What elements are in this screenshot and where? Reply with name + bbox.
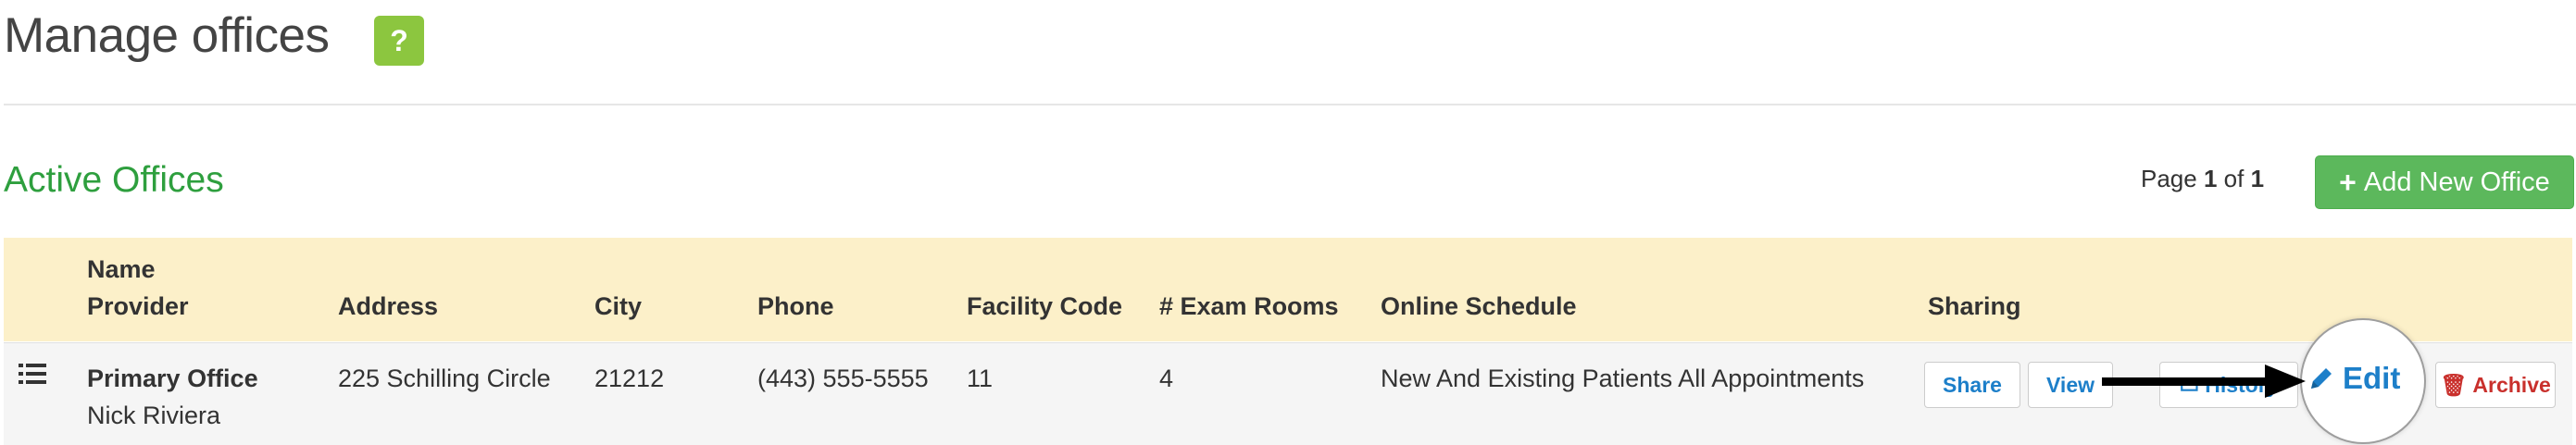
archive-button[interactable]: 🗑 Archive (2435, 362, 2556, 408)
edit-label: Edit (2343, 361, 2401, 395)
header-address: Address (338, 292, 439, 320)
office-phone: (443) 555-5555 (757, 365, 929, 392)
pager-total: 1 (2250, 165, 2265, 192)
archive-label: Archive (2472, 372, 2551, 397)
add-new-office-label: Add New Office (2363, 167, 2550, 197)
pencil-icon (2311, 368, 2332, 389)
table-header: Name Provider Address City Phone Facilit… (4, 238, 2572, 341)
office-provider: Nick Riviera (87, 402, 221, 429)
header-city: City (594, 292, 643, 320)
office-facility-code: 11 (967, 365, 994, 392)
list-icon[interactable] (19, 362, 46, 386)
pagination-info: Page 1 of 1 (2141, 165, 2264, 193)
pager-of: of (2223, 165, 2245, 192)
pager-prefix: Page (2141, 165, 2197, 192)
header-phone: Phone (757, 292, 834, 320)
office-name: Primary Office (87, 365, 258, 392)
share-button[interactable]: Share (1924, 362, 2020, 408)
header-sharing: Sharing (1928, 292, 2021, 320)
header-online-schedule: Online Schedule (1381, 292, 1577, 320)
office-address: 225 Schilling Circle (338, 365, 551, 392)
header-divider (4, 104, 2576, 105)
edit-button[interactable]: Edit (2307, 361, 2400, 396)
help-button[interactable]: ? (374, 16, 424, 66)
header-exam-rooms: # Exam Rooms (1159, 292, 1339, 320)
view-button[interactable]: View (2028, 362, 2113, 408)
help-icon: ? (390, 23, 408, 57)
section-title: Active Offices (4, 160, 224, 200)
page-title: Manage offices (4, 8, 330, 63)
plus-icon: + (2339, 165, 2357, 199)
pointer-arrow-icon (2102, 365, 2306, 398)
office-online-schedule: New And Existing Patients All Appointmen… (1381, 365, 1865, 392)
trash-icon: 🗑 (2440, 372, 2468, 397)
office-exam-rooms: 4 (1159, 365, 1174, 392)
header-facility-code: Facility Code (967, 292, 1123, 320)
header-provider: Provider (87, 292, 189, 320)
add-new-office-button[interactable]: + Add New Office (2315, 155, 2574, 209)
pager-current: 1 (2203, 165, 2218, 192)
header-name: Name (87, 255, 156, 283)
office-city: 21212 (594, 365, 665, 392)
